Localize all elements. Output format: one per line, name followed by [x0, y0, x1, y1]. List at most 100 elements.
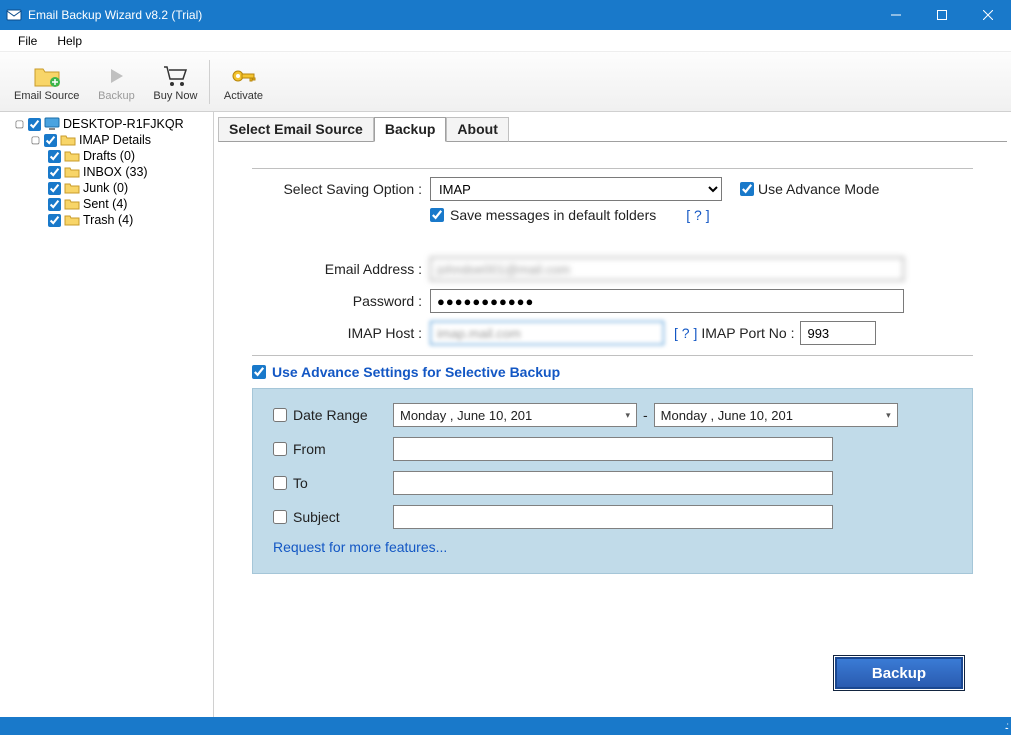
date-range-checkbox[interactable] [273, 408, 287, 422]
tool-buy-now[interactable]: Buy Now [145, 56, 205, 108]
tool-activate[interactable]: Activate [214, 56, 272, 108]
email-address-input[interactable] [430, 257, 904, 281]
window-title: Email Backup Wizard v8.2 (Trial) [28, 8, 873, 22]
to-label: To [293, 475, 393, 491]
imap-port-label: IMAP Port No : [701, 325, 794, 341]
tree-folder-node[interactable]: Trash (4) [2, 212, 211, 228]
tree-folder-node[interactable]: Sent (4) [2, 196, 211, 212]
adv-settings-checkbox[interactable] [252, 365, 266, 379]
from-input[interactable] [393, 437, 833, 461]
close-button[interactable] [965, 0, 1011, 30]
request-features-link[interactable]: Request for more features... [273, 539, 952, 555]
computer-icon [44, 117, 60, 131]
menu-bar: File Help [0, 30, 1011, 52]
tab-content-backup: Select Saving Option : IMAP Use Advance … [218, 142, 1007, 713]
tree-checkbox[interactable] [48, 214, 61, 227]
folder-icon [64, 198, 80, 210]
tree-checkbox[interactable] [48, 182, 61, 195]
dash: - [643, 407, 648, 423]
use-advance-mode-label: Use Advance Mode [758, 181, 879, 197]
folder-tree: ▢ DESKTOP-R1FJKQR ▢ IMAP Details Drafts … [0, 112, 214, 717]
tree-folder-node[interactable]: Drafts (0) [2, 148, 211, 164]
tree-checkbox[interactable] [48, 198, 61, 211]
collapse-icon[interactable]: ▢ [14, 119, 25, 130]
save-default-label: Save messages in default folders [450, 207, 656, 223]
chevron-down-icon: ▾ [625, 410, 630, 421]
imap-host-input[interactable] [430, 321, 664, 345]
imap-port-input[interactable] [800, 321, 876, 345]
folder-icon [64, 166, 80, 178]
from-checkbox[interactable] [273, 442, 287, 456]
tree-folder-node[interactable]: Junk (0) [2, 180, 211, 196]
tool-label: Email Source [14, 90, 79, 102]
chevron-down-icon: ▾ [886, 410, 891, 421]
advance-settings-panel: Date Range Monday , June 10, 201▾ - Mond… [252, 388, 973, 574]
menu-file[interactable]: File [8, 32, 47, 50]
divider [252, 168, 973, 169]
minimize-button[interactable] [873, 0, 919, 30]
tree-label: DESKTOP-R1FJKQR [63, 117, 184, 131]
tab-select-email-source[interactable]: Select Email Source [218, 117, 374, 142]
subject-input[interactable] [393, 505, 833, 529]
password-label: Password : [252, 293, 430, 309]
imap-host-help[interactable]: [ ? ] [674, 325, 697, 341]
tab-strip: Select Email Source Backup About [218, 116, 1007, 142]
tab-about[interactable]: About [446, 117, 508, 142]
tool-email-source[interactable]: Email Source [6, 56, 87, 108]
tree-imap-node[interactable]: ▢ IMAP Details [2, 132, 211, 148]
main-panel: Select Email Source Backup About Select … [214, 112, 1011, 717]
saving-option-select[interactable]: IMAP [430, 177, 722, 201]
saving-option-label: Select Saving Option : [252, 181, 430, 197]
tree-label: Drafts (0) [83, 149, 135, 163]
tree-label: Trash (4) [83, 213, 133, 227]
title-bar: Email Backup Wizard v8.2 (Trial) [0, 0, 1011, 30]
resize-grip-icon[interactable]: ..: [1005, 721, 1007, 732]
folder-icon [64, 182, 80, 194]
tree-root-node[interactable]: ▢ DESKTOP-R1FJKQR [2, 116, 211, 132]
status-bar: ..: [0, 717, 1011, 735]
cart-icon [162, 62, 188, 90]
tab-backup[interactable]: Backup [374, 117, 447, 142]
from-label: From [293, 441, 393, 457]
folder-plus-icon [33, 62, 61, 90]
tool-backup[interactable]: Backup [87, 56, 145, 108]
app-icon [6, 7, 22, 23]
key-icon [230, 62, 256, 90]
date-range-label: Date Range [293, 407, 393, 423]
tree-label: IMAP Details [79, 133, 151, 147]
save-default-checkbox[interactable] [430, 208, 444, 222]
toolbar: Email Source Backup Buy Now Activate [0, 52, 1011, 112]
imap-host-label: IMAP Host : [252, 325, 430, 341]
folder-icon [64, 150, 80, 162]
tool-label: Backup [98, 90, 135, 102]
folder-icon [64, 214, 80, 226]
use-advance-mode-checkbox[interactable] [740, 182, 754, 196]
tree-checkbox[interactable] [48, 166, 61, 179]
to-checkbox[interactable] [273, 476, 287, 490]
tree-checkbox[interactable] [28, 118, 41, 131]
password-input[interactable] [430, 289, 904, 313]
maximize-button[interactable] [919, 0, 965, 30]
subject-label: Subject [293, 509, 393, 525]
subject-checkbox[interactable] [273, 510, 287, 524]
collapse-icon[interactable]: ▢ [30, 135, 41, 146]
play-icon [106, 62, 126, 90]
tree-folder-node[interactable]: INBOX (33) [2, 164, 211, 180]
tree-label: INBOX (33) [83, 165, 148, 179]
tree-label: Junk (0) [83, 181, 128, 195]
menu-help[interactable]: Help [47, 32, 92, 50]
tree-checkbox[interactable] [44, 134, 57, 147]
tool-label: Buy Now [153, 90, 197, 102]
date-to-picker[interactable]: Monday , June 10, 201▾ [654, 403, 898, 427]
email-address-label: Email Address : [252, 261, 430, 277]
toolbar-separator [209, 60, 210, 104]
divider [252, 355, 973, 356]
tool-label: Activate [224, 90, 263, 102]
tree-label: Sent (4) [83, 197, 127, 211]
tree-checkbox[interactable] [48, 150, 61, 163]
backup-button[interactable]: Backup [835, 657, 963, 689]
help-link[interactable]: [ ? ] [686, 207, 709, 223]
folder-icon [60, 134, 76, 146]
to-input[interactable] [393, 471, 833, 495]
date-from-picker[interactable]: Monday , June 10, 201▾ [393, 403, 637, 427]
